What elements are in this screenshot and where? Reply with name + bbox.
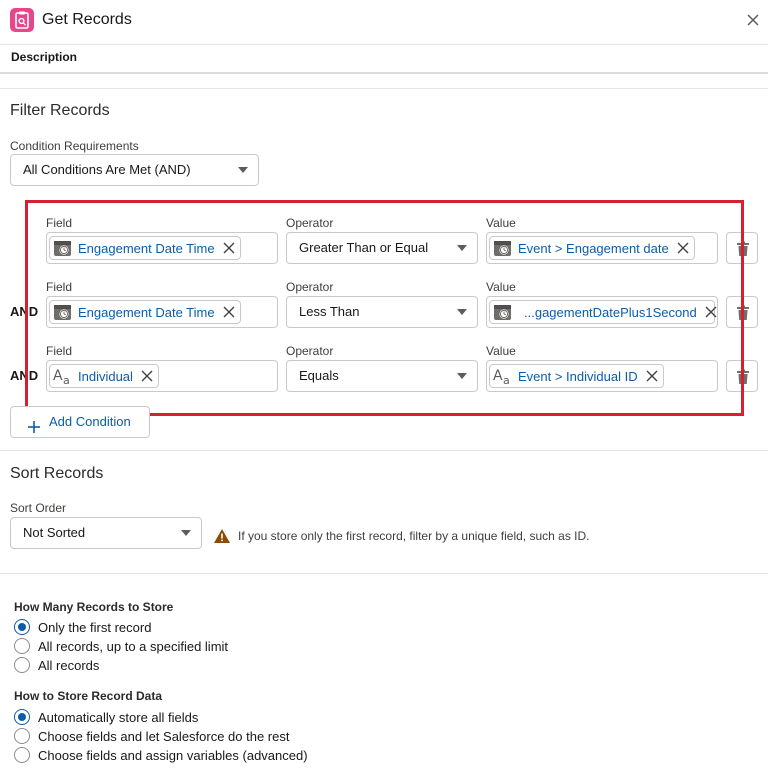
condition-requirements-value: All Conditions Are Met (AND): [23, 162, 191, 177]
radio-choose-fields-variables[interactable]: Choose fields and assign variables (adva…: [14, 746, 308, 764]
radio-label: All records, up to a specified limit: [38, 638, 229, 654]
radio-choose-fields[interactable]: Choose fields and let Salesforce do the …: [14, 727, 289, 745]
sort-records-title: Sort Records: [10, 465, 104, 482]
how-to-store-label: How to Store Record Data: [14, 689, 163, 703]
radio-first-record[interactable]: Only the first record: [14, 618, 151, 636]
radio-label: Choose fields and let Salesforce do the …: [38, 728, 290, 744]
filter-top-divider: [0, 88, 768, 89]
radio-all-records-limit[interactable]: All records, up to a specified limit: [14, 637, 228, 655]
radio-button[interactable]: [14, 638, 30, 654]
radio-button[interactable]: [14, 728, 30, 744]
radio-button[interactable]: [14, 709, 30, 725]
radio-label: Automatically store all fields: [38, 709, 199, 725]
header-divider: [0, 44, 768, 45]
description-divider: [0, 72, 768, 74]
add-condition-label: Add Condition: [49, 414, 131, 429]
how-many-records-label: How Many Records to Store: [14, 600, 174, 614]
radio-auto-store[interactable]: Automatically store all fields: [14, 708, 198, 726]
sort-order-select[interactable]: Not Sorted: [10, 517, 202, 549]
sort-top-divider: [0, 450, 768, 451]
radio-button[interactable]: [14, 747, 30, 763]
sort-order-value: Not Sorted: [23, 525, 86, 540]
plus-icon: [27, 415, 41, 445]
condition-requirements-label: Condition Requirements: [10, 139, 139, 153]
highlight-box: [25, 200, 744, 416]
chevron-down-icon: [238, 167, 248, 173]
radio-button[interactable]: [14, 657, 30, 673]
radio-label: Choose fields and assign variables (adva…: [38, 747, 308, 763]
chevron-down-icon: [181, 530, 191, 536]
close-icon[interactable]: [744, 11, 762, 29]
radio-label: All records: [38, 657, 100, 673]
sort-order-label: Sort Order: [10, 501, 67, 515]
panel-title: Get Records: [42, 11, 132, 28]
get-records-icon: [10, 8, 34, 32]
radio-all-records[interactable]: All records: [14, 656, 99, 674]
add-condition-button[interactable]: Add Condition: [10, 406, 150, 438]
filter-records-title: Filter Records: [10, 102, 110, 119]
radio-label: Only the first record: [38, 619, 152, 635]
store-top-divider: [0, 573, 768, 574]
warning-text: If you store only the first record, filt…: [238, 529, 590, 543]
condition-requirements-select[interactable]: All Conditions Are Met (AND): [10, 154, 259, 186]
radio-button[interactable]: [14, 619, 30, 635]
description-label[interactable]: Description: [11, 50, 77, 64]
warning-icon: [213, 528, 231, 547]
